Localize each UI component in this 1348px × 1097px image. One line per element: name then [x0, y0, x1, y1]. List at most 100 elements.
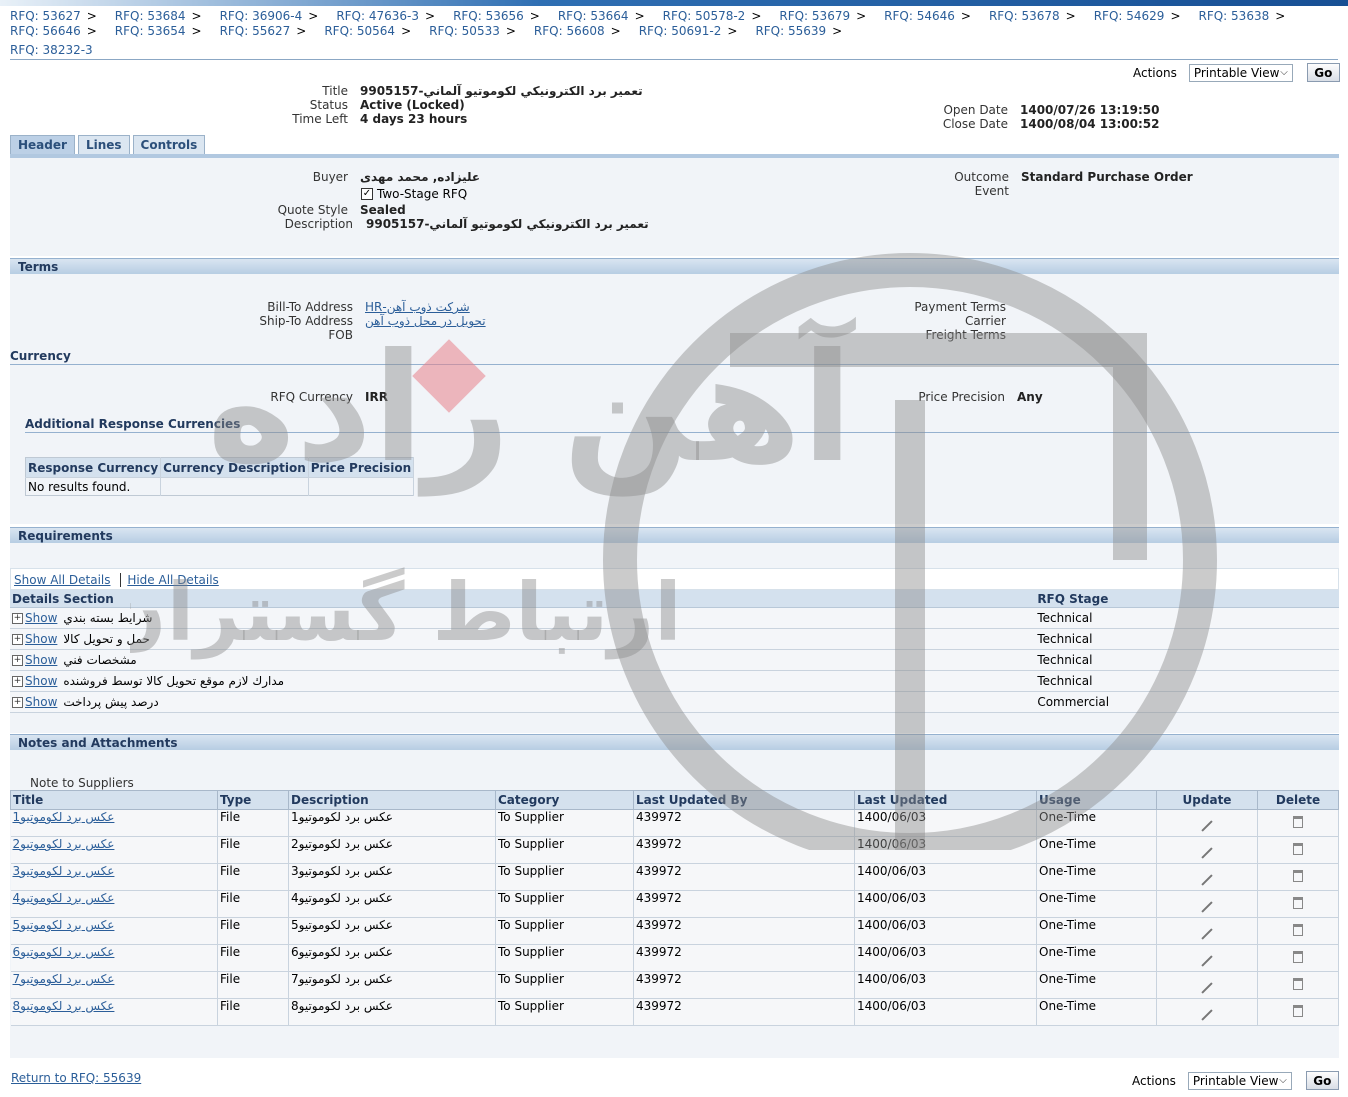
breadcrumb-item[interactable]: RFQ: 50564: [324, 24, 395, 39]
attachment-title-link[interactable]: عکس برد لکوموتیو7: [13, 972, 115, 986]
expand-icon[interactable]: +: [12, 613, 23, 624]
trash-icon[interactable]: [1293, 923, 1303, 936]
actions-select[interactable]: Printable View ⌵: [1187, 1071, 1292, 1090]
pencil-icon[interactable]: [1201, 955, 1213, 967]
breadcrumb-item[interactable]: RFQ: 55639: [755, 24, 826, 39]
delete-cell: [1257, 944, 1339, 972]
breadcrumb-wrapper: RFQ: 50564 >: [324, 24, 411, 38]
column-header: Type: [217, 790, 289, 810]
breadcrumb-item[interactable]: RFQ: 53679: [779, 9, 850, 24]
show-link[interactable]: Show: [25, 674, 57, 688]
chevron-down-icon: ⌵: [1280, 67, 1288, 78]
attachment-title-link[interactable]: عکس برد لکوموتیو8: [13, 999, 115, 1013]
trash-icon[interactable]: [1293, 842, 1303, 855]
description-cell: عکس برد لکوموتیو8: [288, 998, 496, 1026]
update-cell: [1156, 836, 1258, 864]
breadcrumb-item[interactable]: RFQ: 50533: [429, 24, 500, 39]
tab-lines[interactable]: Lines: [77, 135, 130, 156]
trash-icon[interactable]: [1293, 869, 1303, 882]
trash-icon[interactable]: [1293, 815, 1303, 828]
breadcrumb-item[interactable]: RFQ: 56608: [534, 24, 605, 39]
checkbox-icon: ✓: [361, 188, 373, 200]
breadcrumb-separator: >: [1170, 9, 1181, 23]
attachment-title-link[interactable]: عکس برد لکوموتیو6: [13, 945, 115, 959]
updated-date-cell: 1400/06/03: [854, 971, 1037, 999]
show-link[interactable]: Show: [25, 632, 57, 646]
buyer-label: Buyer: [312, 170, 348, 184]
pencil-icon[interactable]: [1201, 820, 1213, 832]
details-cell: + Show: [10, 649, 62, 671]
show-link[interactable]: Show: [25, 611, 57, 625]
outcome-label: Outcome: [954, 170, 1009, 184]
go-button[interactable]: Go: [1306, 63, 1340, 82]
column-header: Last Updated: [854, 790, 1037, 810]
breadcrumb-item[interactable]: RFQ: 50691-2: [639, 24, 722, 39]
breadcrumb-wrapper: RFQ: 53654 >: [115, 24, 202, 38]
usage-cell: One-Time: [1036, 944, 1157, 972]
breadcrumb-item[interactable]: RFQ: 53654: [115, 24, 186, 39]
go-button[interactable]: Go: [1305, 1071, 1339, 1090]
section-cell: مدارك لازم موقع تحويل كالا توسط فروشنده: [61, 670, 1036, 692]
actions-select[interactable]: Printable View ⌵: [1188, 63, 1293, 82]
expand-icon[interactable]: +: [12, 634, 23, 645]
updated-date-cell: 1400/06/03: [854, 917, 1037, 945]
breadcrumb-item[interactable]: RFQ: 53684: [115, 9, 186, 24]
breadcrumb-item[interactable]: RFQ: 54646: [884, 9, 955, 24]
breadcrumb-item[interactable]: RFQ: 47636-3: [336, 9, 419, 24]
shipto-label: Ship-To Address: [259, 314, 353, 328]
details-cell: + Show: [10, 628, 62, 650]
expand-icon[interactable]: +: [12, 655, 23, 666]
trash-icon[interactable]: [1293, 896, 1303, 909]
time-left-value: 4 days 23 hours: [360, 112, 468, 126]
tab-controls[interactable]: Controls: [132, 135, 206, 156]
title-cell: عکس برد لکوموتیو1: [10, 809, 218, 837]
show-link[interactable]: Show: [25, 653, 57, 667]
update-cell: [1156, 917, 1258, 945]
expand-icon[interactable]: +: [12, 697, 23, 708]
breadcrumb-item[interactable]: RFQ: 56646: [10, 24, 81, 39]
breadcrumb-item[interactable]: RFQ: 53656: [453, 9, 524, 24]
pencil-icon[interactable]: [1201, 874, 1213, 886]
pencil-icon[interactable]: [1201, 982, 1213, 994]
shipto-link[interactable]: تحویل در محل ذوب آهن: [365, 314, 486, 328]
pencil-icon[interactable]: [1201, 847, 1213, 859]
breadcrumb-item[interactable]: RFQ: 53678: [989, 9, 1060, 24]
breadcrumb-item[interactable]: RFQ: 53638: [1199, 9, 1270, 24]
tab-header[interactable]: Header: [10, 135, 75, 156]
breadcrumb-wrapper: RFQ: 50533 >: [429, 24, 516, 38]
show-link[interactable]: Show: [25, 695, 57, 709]
stage-cell: Technical: [1035, 649, 1339, 671]
breadcrumb-item[interactable]: RFQ: 50578-2: [663, 9, 746, 24]
hide-all-details-link[interactable]: Hide All Details: [127, 573, 218, 587]
table-row: عکس برد لکوموتیو1 File عکس برد لکوموتیو1 To…: [10, 809, 1339, 837]
pencil-icon[interactable]: [1201, 1009, 1213, 1021]
attachment-title-link[interactable]: عکس برد لکوموتیو1: [13, 810, 115, 824]
trash-icon[interactable]: [1293, 950, 1303, 963]
attachment-title-link[interactable]: عکس برد لکوموتیو3: [13, 864, 115, 878]
updated-date-cell: 1400/06/03: [854, 863, 1037, 891]
trash-icon[interactable]: [1293, 977, 1303, 990]
attachment-title-link[interactable]: عکس برد لکوموتیو5: [13, 918, 115, 932]
attachments-table: Title Type Description Category Last Upd…: [10, 790, 1339, 1026]
attachment-title-link[interactable]: عکس برد لکوموتیو4: [13, 891, 115, 905]
breadcrumb-item[interactable]: RFQ: 54629: [1094, 9, 1165, 24]
trash-icon[interactable]: [1293, 1004, 1303, 1017]
update-cell: [1156, 890, 1258, 918]
expand-icon[interactable]: +: [12, 676, 23, 687]
attachment-title-link[interactable]: عکس برد لکوموتیو2: [13, 837, 115, 851]
breadcrumb-item[interactable]: RFQ: 55627: [220, 24, 291, 39]
close-date-label: Close Date: [942, 117, 1008, 131]
pencil-icon[interactable]: [1201, 901, 1213, 913]
show-all-details-link[interactable]: Show All Details: [14, 573, 111, 587]
description-value: تعمیر برد الکترونیکي لکوموتیو آلماني-990…: [366, 217, 649, 231]
billto-link[interactable]: شرکت ذوب آهن-HR: [365, 300, 470, 314]
type-cell: File: [217, 944, 289, 972]
status-label: Status: [309, 98, 348, 112]
breadcrumb-item[interactable]: RFQ: 36906-4: [220, 9, 303, 24]
breadcrumb-item[interactable]: RFQ: 53664: [558, 9, 629, 24]
return-link[interactable]: Return to RFQ: 55639: [11, 1071, 141, 1085]
breadcrumb-item[interactable]: RFQ: 53627: [10, 9, 81, 24]
section-cell: شرايط بسته بندي: [61, 607, 1036, 629]
delete-cell: [1257, 998, 1339, 1026]
pencil-icon[interactable]: [1201, 928, 1213, 940]
